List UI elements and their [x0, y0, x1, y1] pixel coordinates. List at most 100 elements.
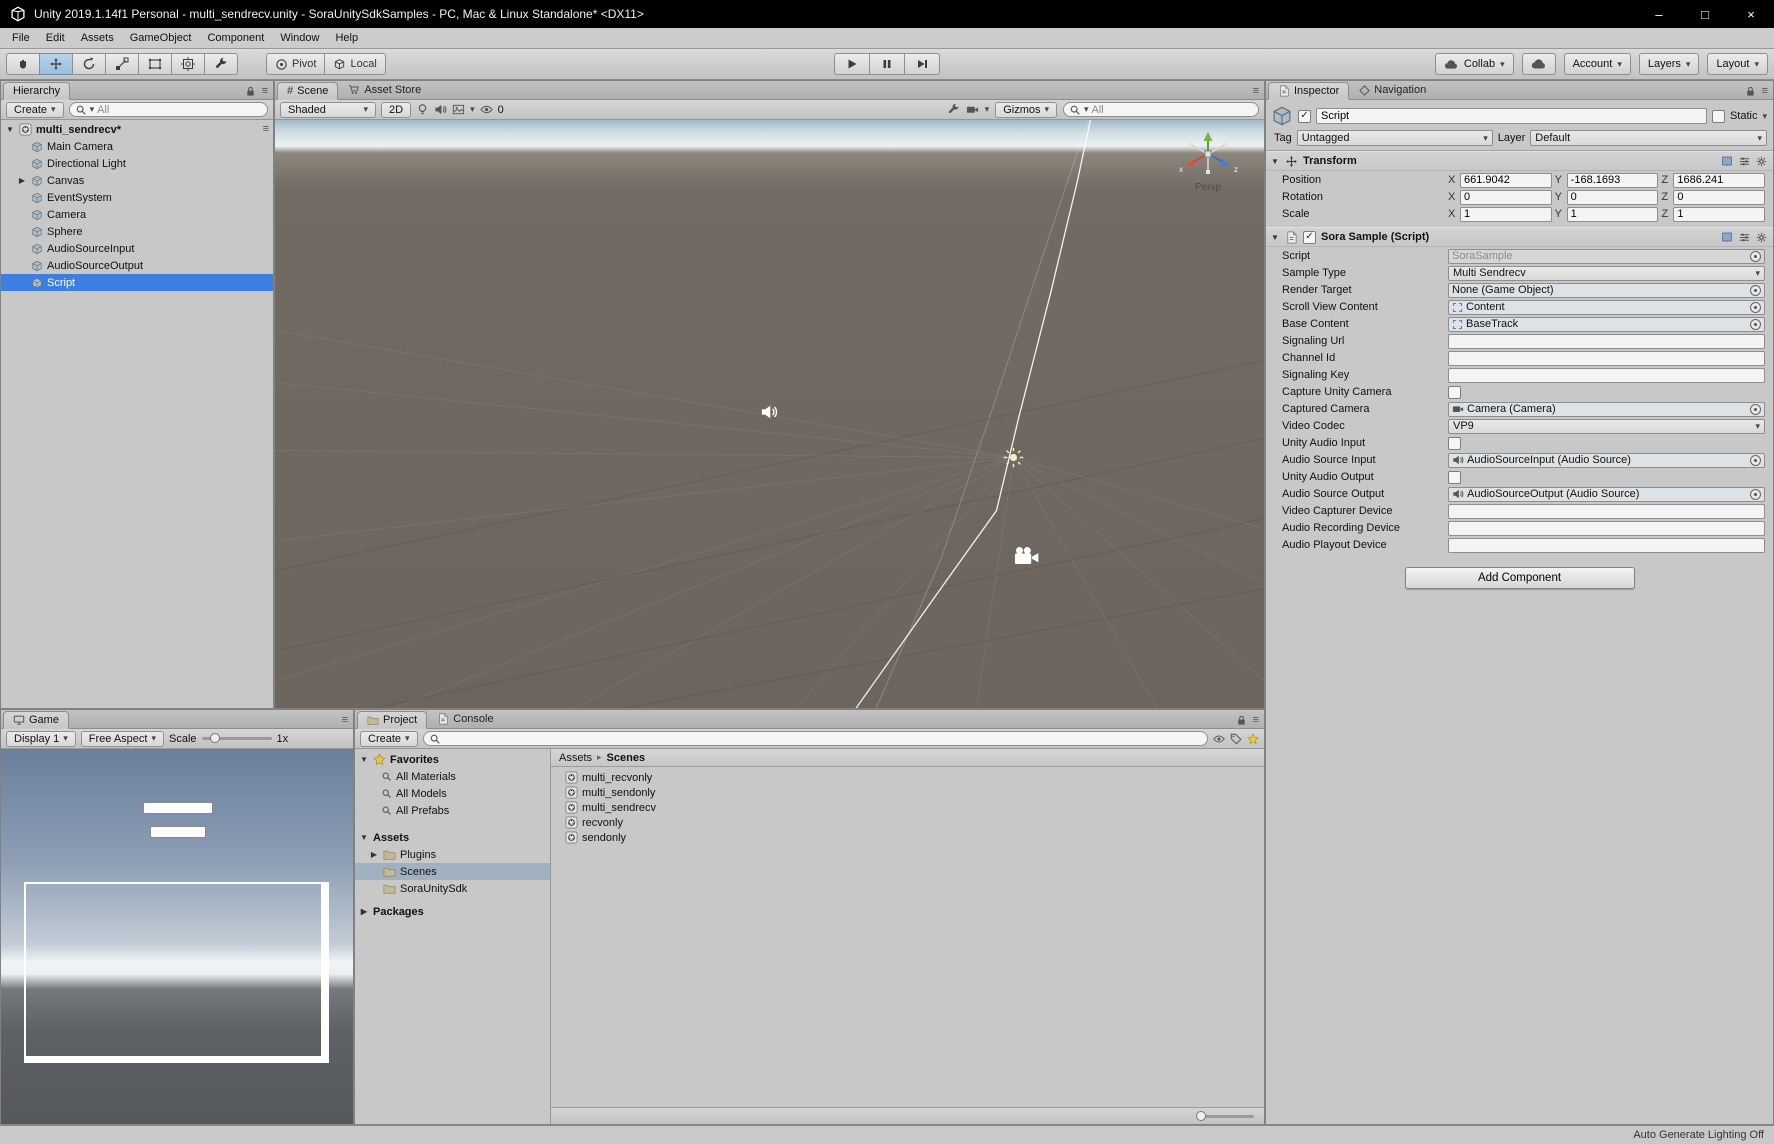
- active-checkbox[interactable]: [1298, 109, 1311, 123]
- object-picker-icon[interactable]: [1750, 403, 1761, 415]
- hierarchy-item-eventsystem[interactable]: EventSystem: [1, 189, 273, 206]
- menu-component[interactable]: Component: [199, 29, 272, 47]
- folder-soraunitysdk[interactable]: SoraUnitySdk: [355, 880, 550, 897]
- menu-file[interactable]: File: [4, 29, 38, 47]
- scale-z-field[interactable]: [1673, 206, 1766, 222]
- render-target-object-field[interactable]: None (Game Object): [1448, 282, 1765, 298]
- lock-icon[interactable]: [245, 86, 256, 97]
- foldout-arrow-icon[interactable]: ▶: [369, 850, 379, 859]
- sora-sample-component-header[interactable]: ▼ Sora Sample (Script): [1266, 227, 1773, 247]
- capture-unity-camera-checkbox[interactable]: [1448, 385, 1461, 399]
- scene-effects-icon[interactable]: [452, 103, 465, 116]
- minimize-button[interactable]: –: [1636, 0, 1682, 28]
- folder-scenes[interactable]: Scenes: [355, 863, 550, 880]
- hierarchy-item-canvas[interactable]: ▶ Canvas: [1, 172, 273, 189]
- object-picker-icon[interactable]: [1750, 284, 1761, 296]
- scale-slider-knob[interactable]: [209, 733, 220, 743]
- breadcrumb-scenes[interactable]: Scenes: [607, 752, 646, 764]
- account-dropdown[interactable]: Account ▾: [1563, 53, 1631, 75]
- gear-icon[interactable]: [1756, 156, 1767, 167]
- audio-source-input-object-field[interactable]: AudioSourceInput (Audio Source): [1448, 452, 1765, 468]
- hand-tool-button[interactable]: [6, 53, 40, 75]
- hierarchy-item-main-camera[interactable]: Main Camera: [1, 138, 273, 155]
- rect-tool-button[interactable]: [138, 53, 172, 75]
- foldout-arrow-icon[interactable]: ▼: [1270, 233, 1280, 242]
- packages-root[interactable]: ▶ Packages: [355, 903, 550, 920]
- transform-tool-button[interactable]: [171, 53, 205, 75]
- search-by-type-icon[interactable]: [1213, 733, 1225, 745]
- panel-menu-icon[interactable]: ≡: [1253, 86, 1259, 97]
- tab-hierarchy[interactable]: Hierarchy: [3, 82, 71, 100]
- panel-menu-icon[interactable]: ≡: [1762, 86, 1768, 97]
- scale-x-field[interactable]: [1460, 206, 1552, 222]
- scene-tools-icon[interactable]: [947, 103, 960, 116]
- favorite-all-prefabs[interactable]: All Prefabs: [355, 802, 550, 819]
- 2d-toggle[interactable]: 2D: [381, 101, 412, 118]
- maximize-button[interactable]: □: [1682, 0, 1728, 28]
- object-picker-icon[interactable]: [1750, 488, 1761, 500]
- add-component-button[interactable]: Add Component: [1404, 567, 1635, 589]
- rotate-tool-button[interactable]: [72, 53, 106, 75]
- pivot-toggle-button[interactable]: Pivot: [266, 53, 326, 75]
- gizmos-dropdown[interactable]: Gizmos ▾: [995, 101, 1057, 118]
- favorite-all-materials[interactable]: All Materials: [355, 768, 550, 785]
- foldout-arrow-icon[interactable]: ▶: [17, 176, 27, 185]
- foldout-arrow-icon[interactable]: ▶: [359, 907, 369, 916]
- position-y-field[interactable]: [1566, 172, 1659, 188]
- scene-search-input[interactable]: ▾ All: [1063, 102, 1259, 117]
- script-object-field[interactable]: SoraSample: [1448, 248, 1765, 264]
- draw-mode-dropdown[interactable]: Shaded ▾: [280, 101, 376, 118]
- audio-source-gizmo-icon[interactable]: [760, 403, 778, 421]
- help-icon[interactable]: [1721, 231, 1733, 243]
- asset-multi-recvonly[interactable]: multi_recvonly: [551, 770, 1264, 785]
- display-dropdown[interactable]: Display 1 ▾: [6, 730, 76, 747]
- scene-visibility-icon[interactable]: [480, 103, 493, 116]
- project-search-input[interactable]: [422, 731, 1208, 746]
- audio-source-output-object-field[interactable]: AudioSourceOutput (Audio Source): [1448, 486, 1765, 502]
- presets-icon[interactable]: [1739, 156, 1750, 167]
- save-search-icon[interactable]: [1247, 733, 1259, 745]
- assets-root[interactable]: ▼ Assets: [355, 829, 550, 846]
- scene-orientation-gizmo[interactable]: x y z: [1176, 130, 1240, 180]
- position-x-field[interactable]: [1460, 172, 1552, 188]
- asset-multi-sendrecv[interactable]: multi_sendrecv: [551, 800, 1264, 815]
- custom-tool-button[interactable]: [204, 53, 238, 75]
- object-picker-icon[interactable]: [1750, 454, 1761, 466]
- hierarchy-item-audiosourceinput[interactable]: AudioSourceInput: [1, 240, 273, 257]
- rotation-y-field[interactable]: [1566, 189, 1659, 205]
- foldout-arrow-icon[interactable]: ▼: [1270, 157, 1280, 166]
- foldout-arrow-icon[interactable]: ▼: [359, 755, 369, 764]
- object-picker-icon[interactable]: [1750, 318, 1761, 330]
- layers-dropdown[interactable]: Layers ▾: [1638, 53, 1700, 75]
- hierarchy-create-dropdown[interactable]: Create ▾: [6, 101, 64, 118]
- object-picker-icon[interactable]: [1750, 250, 1761, 262]
- tab-inspector[interactable]: Inspector: [1268, 82, 1350, 100]
- panel-menu-icon[interactable]: ≡: [1253, 715, 1259, 726]
- step-button[interactable]: [904, 53, 940, 75]
- menu-help[interactable]: Help: [327, 29, 366, 47]
- hierarchy-item-directional-light[interactable]: Directional Light: [1, 155, 273, 172]
- signaling-url-field[interactable]: [1448, 333, 1765, 349]
- panel-menu-icon[interactable]: ≡: [342, 715, 348, 726]
- search-by-label-icon[interactable]: [1230, 733, 1242, 745]
- scene-viewport[interactable]: x y z Persp: [275, 120, 1264, 708]
- collab-dropdown[interactable]: Collab ▾: [1434, 53, 1514, 75]
- tag-dropdown[interactable]: Untagged ▾: [1296, 130, 1493, 146]
- hierarchy-item-script[interactable]: Script: [1, 274, 273, 291]
- scale-y-field[interactable]: [1566, 206, 1659, 222]
- unity-audio-input-checkbox[interactable]: [1448, 436, 1461, 450]
- game-viewport[interactable]: [1, 749, 353, 1124]
- scale-slider[interactable]: [201, 733, 272, 743]
- scene-audio-icon[interactable]: [434, 103, 447, 116]
- menu-assets[interactable]: Assets: [73, 29, 122, 47]
- panel-menu-icon[interactable]: ≡: [262, 86, 268, 97]
- video-capturer-device-field[interactable]: [1448, 503, 1765, 519]
- unity-audio-output-checkbox[interactable]: [1448, 470, 1461, 484]
- menu-window[interactable]: Window: [272, 29, 327, 47]
- hierarchy-item-camera[interactable]: Camera: [1, 206, 273, 223]
- menu-edit[interactable]: Edit: [38, 29, 73, 47]
- audio-recording-device-field[interactable]: [1448, 520, 1765, 536]
- presets-icon[interactable]: [1739, 232, 1750, 243]
- cloud-services-button[interactable]: [1521, 53, 1556, 75]
- local-toggle-button[interactable]: Local: [324, 53, 386, 75]
